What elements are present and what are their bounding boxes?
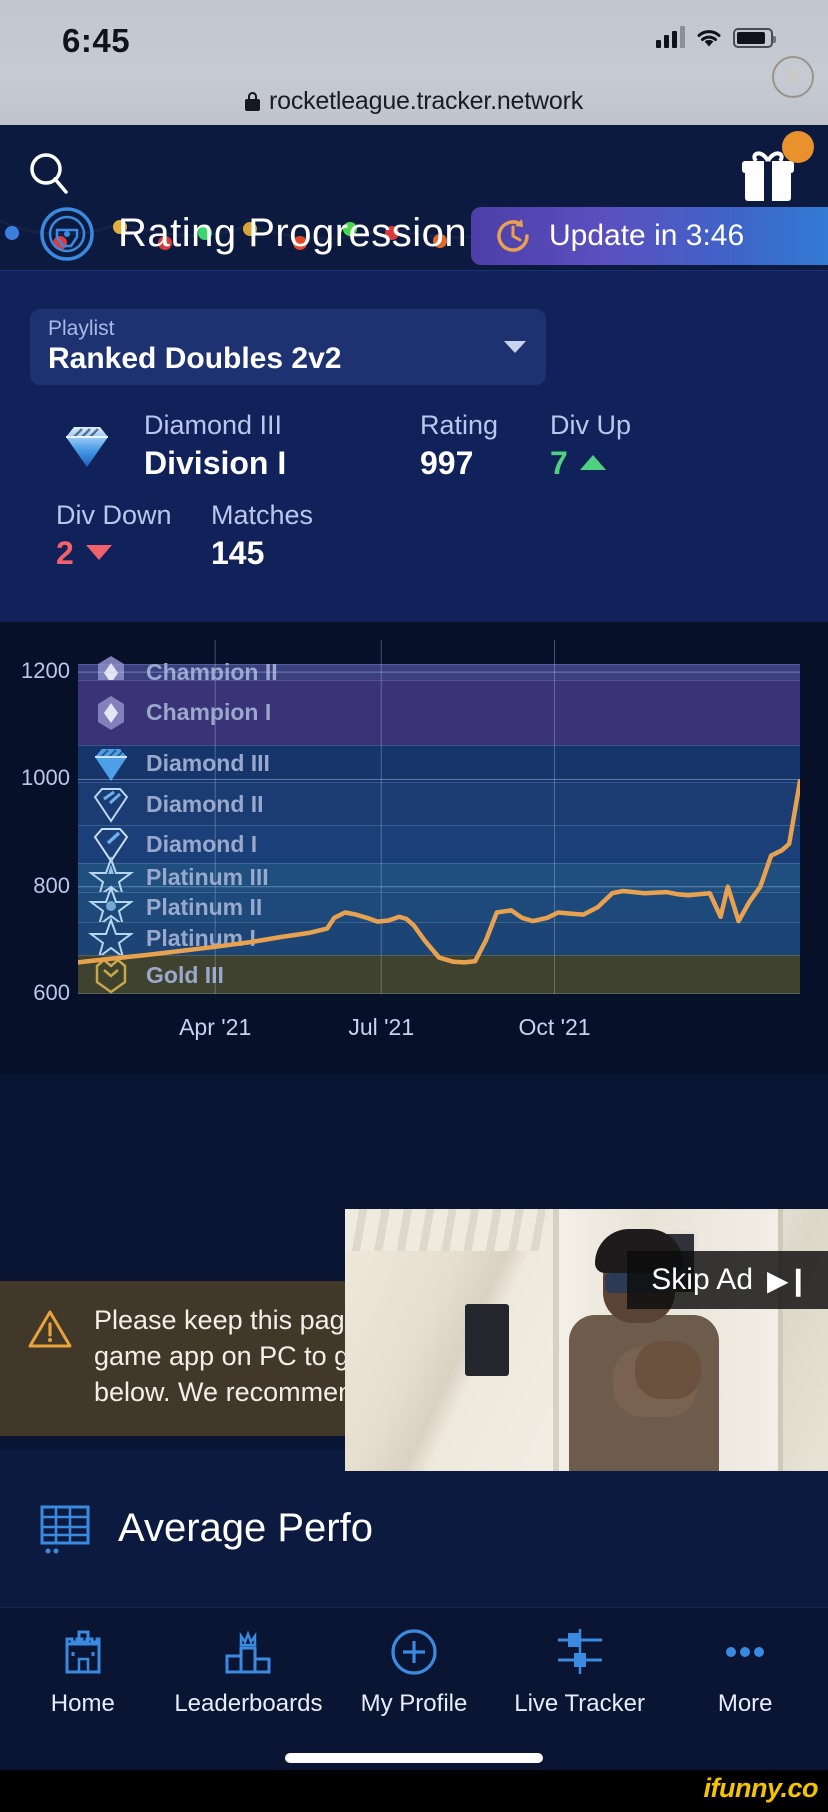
rating-progression-chart[interactable]: 600 800 1000 1200 Champion II Champion I Diam…: [0, 622, 828, 1074]
refresh-timer-icon: [493, 216, 533, 256]
status-time: 6:45: [62, 22, 131, 59]
nav-item-label: My Profile: [360, 1690, 468, 1717]
stats-card: Playlist Ranked Doubles 2v2 Diamond III …: [0, 270, 828, 622]
chevron-down-icon: [504, 341, 526, 353]
warning-triangle-icon: [28, 1309, 72, 1349]
chart-x-tick: Oct '21: [518, 1014, 591, 1040]
page-title: Rating Progression: [118, 211, 468, 255]
rank-tier: Diamond III: [144, 410, 283, 440]
average-performance-title: Average Perfo: [118, 1505, 373, 1550]
ad-awning: [345, 1209, 545, 1251]
matches-label: Matches: [211, 500, 314, 530]
wifi-icon: [696, 28, 722, 48]
nav-item-label: Home: [50, 1690, 115, 1717]
ellipsis-icon: [719, 1626, 771, 1678]
div-down-label: Div Down: [56, 500, 172, 530]
nav-item-live-tracker[interactable]: Live Tracker: [500, 1626, 660, 1718]
skip-ad-button[interactable]: Skip Ad ▶❙: [627, 1251, 828, 1309]
div-up-value: 7: [550, 444, 568, 481]
div-up-value-row: 7: [550, 443, 631, 483]
bottom-navigation: Home Leaderboards My Profile Live Tracker Mo…: [0, 1607, 828, 1755]
playlist-value: Ranked Doubles 2v2: [48, 342, 342, 376]
nav-item-label: Leaderboards: [174, 1690, 323, 1717]
rank-name-block: Diamond III Division I: [144, 409, 420, 483]
home-indicator: [285, 1753, 543, 1763]
update-timer-label: Update in 3:46: [549, 219, 745, 252]
chart-x-axis: Apr '21 Jul '21 Oct '21: [0, 1014, 828, 1054]
nav-item-more[interactable]: More: [665, 1626, 825, 1718]
rocket-league-logo-icon: [38, 205, 96, 263]
average-performance-section[interactable]: Average Perfo: [0, 1449, 828, 1607]
chart-x-tick: Apr '21: [179, 1014, 252, 1040]
chart-y-tick: 600: [33, 980, 70, 1005]
battery-icon: [733, 28, 776, 48]
close-circle-icon[interactable]: ✕: [772, 56, 814, 98]
rank-summary-row: Diamond III Division I Rating 997 Div Up…: [56, 409, 631, 483]
div-up-block: Div Up 7: [550, 409, 631, 483]
app-screen: 6:45 rocketleague.tracker.network Rating…: [0, 0, 828, 1812]
nav-item-leaderboards[interactable]: Leaderboards: [168, 1626, 328, 1718]
chart-y-tick: 1000: [21, 765, 70, 791]
matches-value: 145: [211, 534, 265, 571]
nav-item-home[interactable]: Home: [3, 1626, 163, 1718]
chart-y-tick: 800: [33, 872, 70, 898]
ios-status-bar: 6:45 rocketleague.tracker.network: [0, 0, 828, 125]
ad-video-frame: [345, 1209, 828, 1471]
update-timer-button[interactable]: Update in 3:46: [471, 207, 828, 265]
lock-icon: [244, 92, 260, 111]
app-header: Rating Progression Update in 3:46: [0, 125, 828, 270]
url-text: rocketleague.tracker.network: [268, 87, 583, 115]
rating-block: Rating 997: [420, 409, 550, 483]
ifunny-watermark: ifunny.co: [703, 1773, 819, 1803]
div-down-value-row: 2: [56, 533, 211, 573]
chart-x-tick: Jul '21: [348, 1014, 415, 1040]
div-down-value: 2: [56, 534, 74, 571]
chart-plot-area: Champion II Champion I Diamond III Diamond …: [78, 640, 800, 994]
podium-icon: [222, 1626, 274, 1678]
triangle-up-icon: [579, 455, 606, 471]
browser-url-bar[interactable]: rocketleague.tracker.network: [0, 78, 828, 125]
chart-line-series: [78, 778, 800, 965]
rating-value: 997: [420, 444, 474, 481]
live-tracker-icon: [554, 1626, 606, 1678]
triangle-down-icon: [85, 545, 112, 561]
chart-y-axis: 600 800 1000 1200: [0, 622, 78, 1074]
div-up-label: Div Up: [550, 410, 632, 440]
table-chart-icon: [36, 1499, 96, 1557]
rating-label: Rating: [420, 410, 499, 440]
matches-block: Matches 145: [211, 499, 313, 573]
rank-division: Division I: [144, 444, 287, 481]
playlist-label: Playlist: [48, 317, 115, 340]
rank-summary-row-2: Div Down 2 Matches 145: [56, 499, 313, 573]
gift-notification-badge: [782, 131, 814, 163]
nav-item-label: Live Tracker: [514, 1690, 645, 1717]
nav-item-my-profile[interactable]: My Profile: [334, 1626, 494, 1718]
chart-y-tick: 1200: [21, 658, 70, 684]
skip-next-icon: ▶❙: [767, 1264, 810, 1296]
plus-circle-icon: [388, 1626, 440, 1678]
skip-ad-label: Skip Ad: [651, 1263, 753, 1296]
nav-item-label: More: [717, 1690, 773, 1717]
ad-mailbox: [465, 1304, 509, 1376]
diamond-rank-icon: [56, 415, 118, 477]
cellular-bars-icon: [656, 26, 685, 48]
search-icon[interactable]: [22, 147, 78, 203]
div-down-block: Div Down 2: [56, 499, 211, 573]
castle-home-icon: [57, 1626, 109, 1678]
playlist-select[interactable]: Playlist Ranked Doubles 2v2: [30, 309, 546, 385]
video-ad-overlay[interactable]: Skip Ad ▶❙: [345, 1209, 828, 1471]
